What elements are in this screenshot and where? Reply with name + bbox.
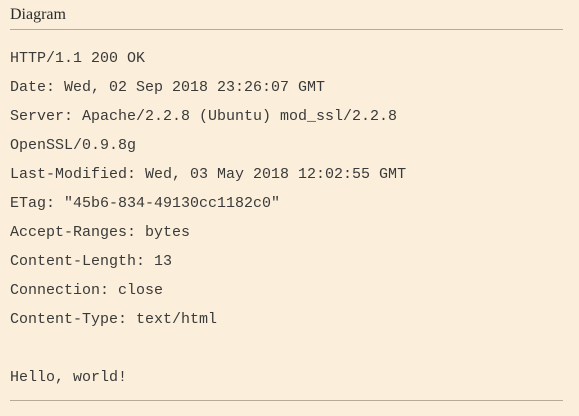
http-response-block: HTTP/1.1 200 OK Date: Wed, 02 Sep 2018 2… bbox=[10, 30, 563, 392]
response-body: Hello, world! bbox=[10, 369, 128, 386]
header-content-length: Content-Length: 13 bbox=[10, 253, 173, 270]
header-connection: Connection: close bbox=[10, 282, 164, 299]
bottom-divider bbox=[10, 400, 563, 401]
header-date: Date: Wed, 02 Sep 2018 23:26:07 GMT bbox=[10, 79, 326, 96]
diagram-panel: Diagram HTTP/1.1 200 OK Date: Wed, 02 Se… bbox=[10, 0, 563, 392]
header-server: Server: Apache/2.2.8 (Ubuntu) mod_ssl/2.… bbox=[10, 108, 398, 125]
status-line: HTTP/1.1 200 OK bbox=[10, 50, 146, 67]
header-server-continued: OpenSSL/0.9.8g bbox=[10, 137, 137, 154]
header-body-separator bbox=[10, 334, 563, 363]
header-etag: ETag: "45b6-834-49130cc1182c0" bbox=[10, 195, 281, 212]
diagram-caption: Diagram bbox=[10, 6, 66, 23]
header-accept-ranges: Accept-Ranges: bytes bbox=[10, 224, 191, 241]
header-content-type: Content-Type: text/html bbox=[10, 311, 218, 328]
header-last-modified: Last-Modified: Wed, 03 May 2018 12:02:55… bbox=[10, 166, 407, 183]
